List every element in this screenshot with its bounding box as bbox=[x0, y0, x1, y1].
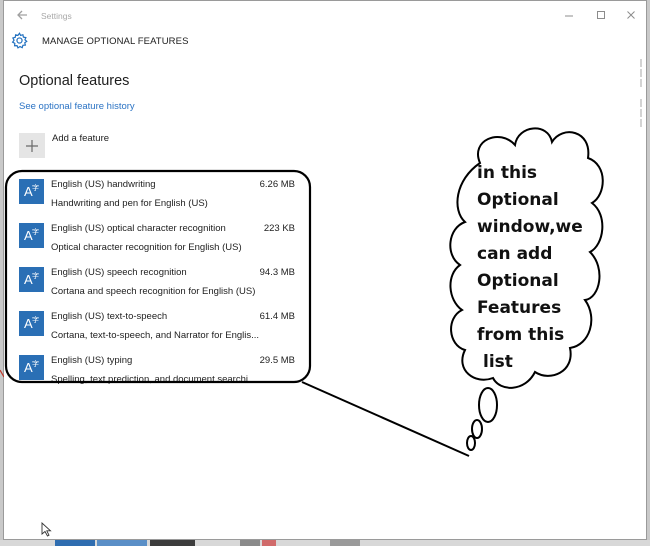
callout-line: list bbox=[483, 352, 513, 372]
taskbar-thumb bbox=[330, 540, 360, 546]
callout-line: Optional bbox=[477, 271, 559, 291]
mouse-cursor-icon bbox=[41, 522, 52, 537]
callout-line: Optional bbox=[477, 190, 559, 210]
taskbar-thumb bbox=[240, 540, 260, 546]
taskbar-thumb bbox=[150, 540, 195, 546]
callout-pointer-line bbox=[301, 381, 470, 457]
highlight-box bbox=[4, 169, 312, 384]
taskbar-thumb bbox=[55, 540, 95, 546]
callout-text: in this Optional window,we can add Optio… bbox=[477, 160, 607, 376]
callout-line: Features bbox=[477, 298, 562, 318]
thought-bubble-smaller bbox=[471, 419, 483, 439]
callout-line: in this bbox=[477, 163, 538, 183]
taskbar-strip bbox=[0, 540, 650, 546]
thought-bubble-smallest bbox=[466, 435, 476, 451]
thought-bubble-small bbox=[478, 387, 498, 423]
taskbar-thumb bbox=[97, 540, 147, 546]
callout-line: can add bbox=[477, 244, 553, 264]
callout-line: window,we bbox=[477, 217, 583, 237]
taskbar-thumb bbox=[262, 540, 276, 546]
callout-line: from this bbox=[477, 325, 565, 345]
